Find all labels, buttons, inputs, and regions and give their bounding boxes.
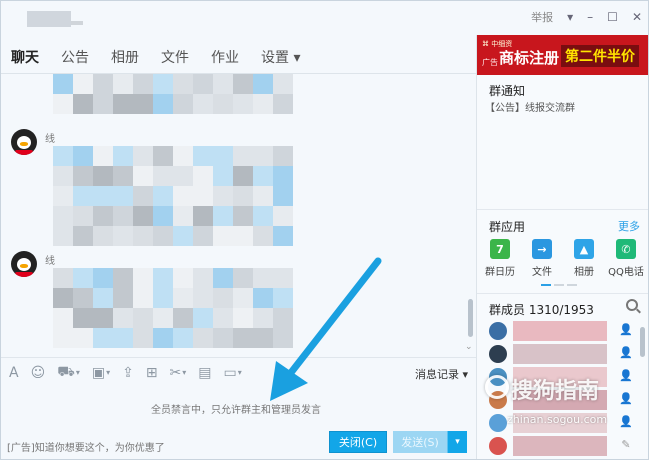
member-name-redacted (513, 321, 607, 341)
more-apps-link[interactable]: 更多 (618, 218, 640, 234)
app-label: 相册 (574, 267, 594, 278)
member-name-redacted (513, 436, 607, 456)
group-name-redacted-tail (71, 21, 83, 25)
send-options-dropdown[interactable]: ▾ (447, 431, 467, 453)
divider (477, 209, 648, 210)
tab-homework[interactable]: 作业 (211, 47, 239, 75)
member-name-redacted (513, 344, 607, 364)
bottom-bar: [广告]知道你想要这个，为你优惠了 关闭(C) 发送(S) ▾ (1, 429, 476, 459)
avatar[interactable] (11, 129, 37, 155)
member-row[interactable]: 👤 (487, 342, 637, 365)
message-history-button[interactable]: 消息记录 ▾ (415, 366, 468, 382)
window-controls: 举报 ▾ – ☐ ✕ (531, 9, 642, 25)
app-album[interactable]: ▲ 相册 (567, 239, 601, 278)
emoji-icon[interactable]: ☺ (31, 365, 46, 381)
apps-pager[interactable] (541, 284, 577, 286)
avatar[interactable] (11, 251, 37, 277)
gift-box-icon[interactable]: ⊞ (146, 365, 158, 381)
group-chat-window: 举报 ▾ – ☐ ✕ 聊天 公告 相册 文件 作业 设置 ▾ 线 线 ⌄ A ☺… (0, 0, 649, 460)
minimize-button[interactable]: – (587, 10, 593, 24)
dropdown-icon[interactable]: ▾ (567, 10, 573, 24)
group-name-redacted (27, 11, 71, 27)
ad-promo: 第二件半价 (561, 45, 639, 67)
member-role-icon: 👤 (619, 346, 633, 359)
file-icon: → (532, 239, 552, 259)
scissors-icon[interactable]: ✂ ▾ (170, 365, 187, 381)
ad-banner[interactable]: ⌘ 中细资 广告 商标注册 第二件半价 (477, 35, 648, 75)
app-qq-call[interactable]: ✆ QQ电话 (608, 239, 644, 278)
tab-settings[interactable]: 设置 ▾ (261, 47, 300, 75)
avatar[interactable] (489, 437, 507, 455)
member-role-icon: 👤 (619, 392, 633, 405)
calendar-icon: 7 (490, 239, 510, 259)
report-button[interactable]: 举报 (531, 9, 553, 25)
group-apps-title: 群应用 (489, 220, 526, 234)
member-scrollbar[interactable] (640, 327, 645, 357)
app-label: QQ电话 (608, 267, 644, 278)
message-bubble-redacted (53, 74, 293, 114)
close-button[interactable]: 关闭(C) (329, 431, 387, 453)
member-role-icon: 👤 (619, 369, 633, 382)
tab-album[interactable]: 相册 (111, 47, 139, 75)
ad-tag: 广告 (482, 58, 498, 67)
avatar[interactable] (489, 345, 507, 363)
group-tabs: 聊天 公告 相册 文件 作业 设置 ▾ (11, 47, 300, 75)
phone-icon: ✆ (616, 239, 636, 259)
sender-name: 线 (45, 256, 55, 267)
member-row[interactable]: 👤 (487, 319, 637, 342)
avatar[interactable] (489, 414, 507, 432)
group-notice-title: 群通知 (489, 84, 526, 98)
image-icon[interactable]: ▣ ▾ (92, 365, 110, 381)
bottom-ad-link[interactable]: [广告]知道你想要这个，为你优惠了 (7, 439, 165, 454)
app-files[interactable]: → 文件 (525, 239, 559, 278)
close-window-button[interactable]: ✕ (632, 10, 642, 24)
app-calendar[interactable]: 7 群日历 (483, 239, 517, 278)
chat-scrollbar[interactable] (468, 299, 473, 337)
avatar[interactable] (489, 322, 507, 340)
member-role-icon: 👤 (619, 323, 633, 336)
member-role-icon: 👤 (619, 415, 633, 428)
sender-name: 线 (45, 134, 55, 145)
send-button[interactable]: 发送(S) (393, 431, 447, 453)
watermark-logo-icon (485, 375, 509, 399)
message-bubble-redacted (53, 146, 293, 246)
group-notice-text[interactable]: 【公告】线报交流群 (485, 99, 575, 114)
group-apps: 7 群日历 → 文件 ▲ 相册 ✆ QQ电话 (483, 239, 644, 278)
album-icon: ▲ (574, 239, 594, 259)
tab-announcements[interactable]: 公告 (61, 47, 89, 75)
search-icon[interactable] (626, 299, 638, 311)
upload-icon[interactable]: ⇪ (122, 365, 134, 381)
gift-icon[interactable]: ⛟ ▾ (57, 364, 80, 382)
member-count-title: 群成员 1310/1953 (489, 303, 594, 317)
app-label: 文件 (532, 267, 552, 278)
message-bubble-redacted (53, 268, 293, 348)
monitor-icon[interactable]: ▭ ▾ (224, 365, 242, 381)
app-label: 群日历 (485, 267, 515, 278)
member-role-icon: ✎ (621, 438, 631, 451)
tab-chat[interactable]: 聊天 (11, 47, 39, 75)
maximize-button[interactable]: ☐ (607, 10, 618, 24)
input-toolbar: A ☺ ⛟ ▾ ▣ ▾ ⇪ ⊞ ✂ ▾ ▤ ▭ ▾ 消息记录 ▾ (1, 357, 476, 387)
watermark-text: 搜狗指南 (511, 379, 600, 404)
scroll-down-chevron-icon[interactable]: ⌄ (465, 342, 473, 352)
divider (477, 293, 648, 294)
font-icon[interactable]: A (9, 365, 19, 381)
archive-icon[interactable]: ▤ (198, 365, 211, 381)
ad-headline: 商标注册 (499, 49, 560, 67)
tab-files[interactable]: 文件 (161, 47, 189, 75)
member-row[interactable]: ✎ (487, 434, 637, 457)
watermark-url: zhinan.sogou.com (507, 413, 608, 426)
mute-notice: 全员禁言中，只允许群主和管理员发言 (151, 405, 321, 416)
title-bar: 举报 ▾ – ☐ ✕ (1, 1, 648, 35)
chat-message-area[interactable]: 线 线 ⌄ (1, 74, 476, 356)
